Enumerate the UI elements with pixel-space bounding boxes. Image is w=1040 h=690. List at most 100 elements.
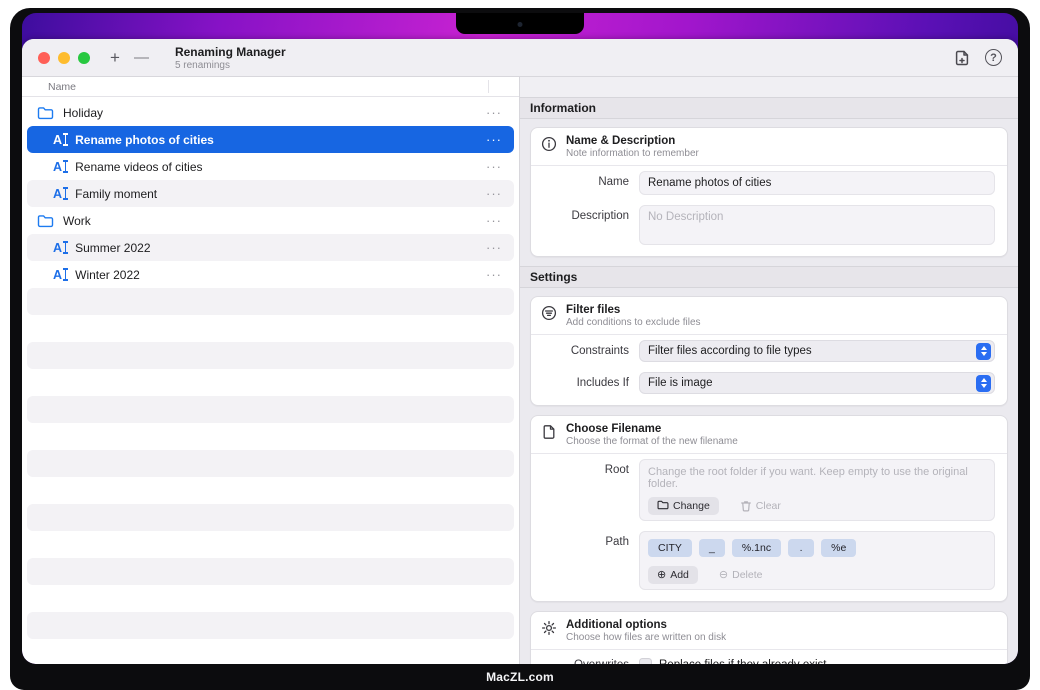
section-title: Information — [530, 101, 596, 115]
empty-row — [27, 504, 514, 531]
change-root-button[interactable]: Change — [648, 497, 719, 515]
rename-icon: A — [53, 187, 66, 200]
includes-if-value: File is image — [648, 377, 976, 389]
add-token-button[interactable]: ⊕ Add — [648, 566, 698, 584]
empty-row — [27, 288, 514, 315]
card-title: Name & Description — [566, 135, 699, 147]
list-item[interactable]: A Summer 2022 ··· — [27, 234, 514, 261]
root-field[interactable]: Change the root folder if you want. Keep… — [639, 459, 995, 521]
list-item[interactable]: A Rename videos of cities ··· — [27, 153, 514, 180]
list-item-label: Rename videos of cities — [75, 160, 202, 174]
row-actions-button[interactable]: ··· — [482, 106, 506, 119]
add-renaming-button[interactable]: + — [110, 49, 120, 66]
remove-renaming-button[interactable]: — — [134, 50, 149, 65]
path-label: Path — [531, 531, 629, 548]
titlebar: + — Renaming Manager 5 renamings ? — [22, 39, 1018, 77]
screen: + — Renaming Manager 5 renamings ? — [22, 13, 1018, 664]
includes-if-select[interactable]: File is image — [639, 372, 995, 394]
list-item-label: Work — [63, 214, 91, 228]
close-button[interactable] — [38, 52, 50, 64]
empty-row — [27, 477, 514, 504]
empty-row — [27, 558, 514, 585]
traffic-lights — [38, 52, 90, 64]
root-placeholder: Change the root folder if you want. Keep… — [648, 466, 986, 490]
card-subtitle: Choose how files are written on disk — [566, 632, 726, 643]
info-icon — [541, 136, 557, 152]
empty-row — [27, 639, 514, 664]
card-subtitle: Add conditions to exclude files — [566, 317, 701, 328]
zoom-button[interactable] — [78, 52, 90, 64]
path-builder[interactable]: CITY _ %.1nc . %e ⊕ — [639, 531, 995, 590]
name-field[interactable]: Rename photos of cities — [639, 171, 995, 195]
path-token[interactable]: _ — [699, 539, 725, 557]
additional-options-card: Additional options Choose how files are … — [530, 611, 1008, 664]
list-item-label: Winter 2022 — [75, 268, 140, 282]
list-item-folder[interactable]: Work ··· — [27, 207, 514, 234]
section-title: Settings — [530, 270, 577, 284]
path-token[interactable]: . — [788, 539, 814, 557]
root-label: Root — [531, 459, 629, 476]
list-item-folder[interactable]: Holiday ··· — [27, 99, 514, 126]
laptop-chin: MacZL.com — [10, 664, 1030, 690]
change-label: Change — [673, 500, 710, 512]
path-token[interactable]: %e — [821, 539, 856, 557]
rename-icon: A — [53, 160, 66, 173]
camera-dot — [518, 22, 523, 27]
notch — [456, 13, 584, 34]
constraints-select[interactable]: Filter files according to file types — [639, 340, 995, 362]
card-subtitle: Choose the format of the new filename — [566, 436, 738, 447]
list-item[interactable]: A Winter 2022 ··· — [27, 261, 514, 288]
minus-circle-icon: ⊖ — [719, 570, 728, 581]
card-title: Choose Filename — [566, 423, 738, 435]
empty-row — [27, 450, 514, 477]
renamings-list-panel: Name Holiday ··· A Rename photos of citi… — [22, 77, 520, 664]
help-icon[interactable]: ? — [985, 49, 1002, 66]
title-block: Renaming Manager 5 renamings — [175, 45, 286, 71]
list-item-selected[interactable]: A Rename photos of cities ··· — [27, 126, 514, 153]
row-actions-button[interactable]: ··· — [482, 133, 506, 146]
export-icon[interactable] — [953, 49, 971, 67]
empty-row — [27, 612, 514, 639]
clear-label: Clear — [756, 500, 781, 512]
list-item[interactable]: A Family moment ··· — [27, 180, 514, 207]
stepper-icon — [976, 343, 991, 360]
rename-icon: A — [53, 133, 66, 146]
minimize-button[interactable] — [58, 52, 70, 64]
plus-circle-icon: ⊕ — [657, 570, 666, 581]
rename-icon: A — [53, 241, 66, 254]
constraints-value: Filter files according to file types — [648, 345, 976, 357]
row-actions-button[interactable]: ··· — [482, 268, 506, 281]
empty-row — [27, 531, 514, 558]
name-label: Name — [531, 171, 629, 188]
description-label: Description — [531, 205, 629, 222]
empty-row — [27, 423, 514, 450]
folder-icon — [37, 106, 54, 120]
card-title: Additional options — [566, 619, 726, 631]
brand-label: MacZL.com — [486, 670, 554, 684]
list-item-label: Holiday — [63, 106, 103, 120]
name-description-card: Name & Description Note information to r… — [530, 127, 1008, 257]
delete-label: Delete — [732, 569, 762, 581]
includes-if-label: Includes If — [531, 372, 629, 389]
choose-filename-card: Choose Filename Choose the format of the… — [530, 415, 1008, 602]
row-actions-button[interactable]: ··· — [482, 241, 506, 254]
column-name-label: Name — [48, 81, 76, 93]
section-settings: Settings — [520, 266, 1018, 288]
delete-token-button[interactable]: ⊖ Delete — [710, 566, 772, 584]
row-actions-button[interactable]: ··· — [482, 187, 506, 200]
path-tokens: CITY _ %.1nc . %e — [648, 539, 986, 557]
path-token[interactable]: CITY — [648, 539, 692, 557]
empty-row — [27, 369, 514, 396]
app-window: + — Renaming Manager 5 renamings ? — [22, 39, 1018, 664]
inspector-spacer — [520, 77, 1018, 97]
row-actions-button[interactable]: ··· — [482, 214, 506, 227]
folder-icon — [37, 214, 54, 228]
list-column-header[interactable]: Name — [22, 77, 519, 97]
section-information: Information — [520, 97, 1018, 119]
clear-root-button[interactable]: Clear — [731, 497, 790, 515]
row-actions-button[interactable]: ··· — [482, 160, 506, 173]
stepper-icon — [976, 375, 991, 392]
path-token[interactable]: %.1nc — [732, 539, 781, 557]
list-item-label: Rename photos of cities — [75, 133, 214, 147]
description-field[interactable]: No Description — [639, 205, 995, 245]
